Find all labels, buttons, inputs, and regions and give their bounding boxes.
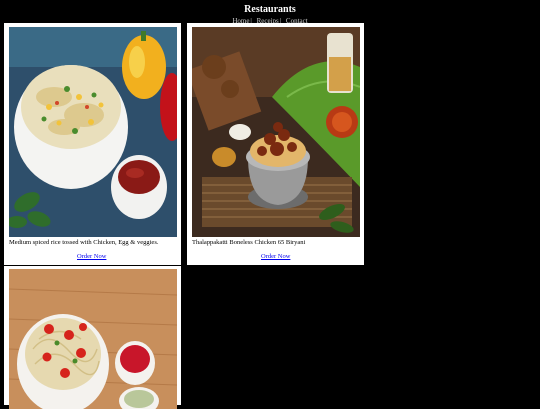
restaurant-card — [4, 266, 181, 409]
card-description: Medium spiced rice tossed with Chicken, … — [9, 239, 159, 246]
restaurant-card: Thalappakatti Boneless Chicken 65 Biryan… — [187, 23, 364, 265]
restaurant-card: Medium spiced rice tossed with Chicken, … — [4, 23, 181, 265]
page-title: Restaurants — [244, 4, 296, 15]
noodles-image — [9, 269, 177, 409]
fried-rice-image — [9, 27, 177, 237]
order-now-link[interactable]: Order Now — [261, 253, 290, 260]
biryani-image — [192, 27, 360, 237]
card-description: Thalappakatti Boneless Chicken 65 Biryan… — [192, 239, 306, 246]
order-now-link[interactable]: Order Now — [77, 253, 106, 260]
